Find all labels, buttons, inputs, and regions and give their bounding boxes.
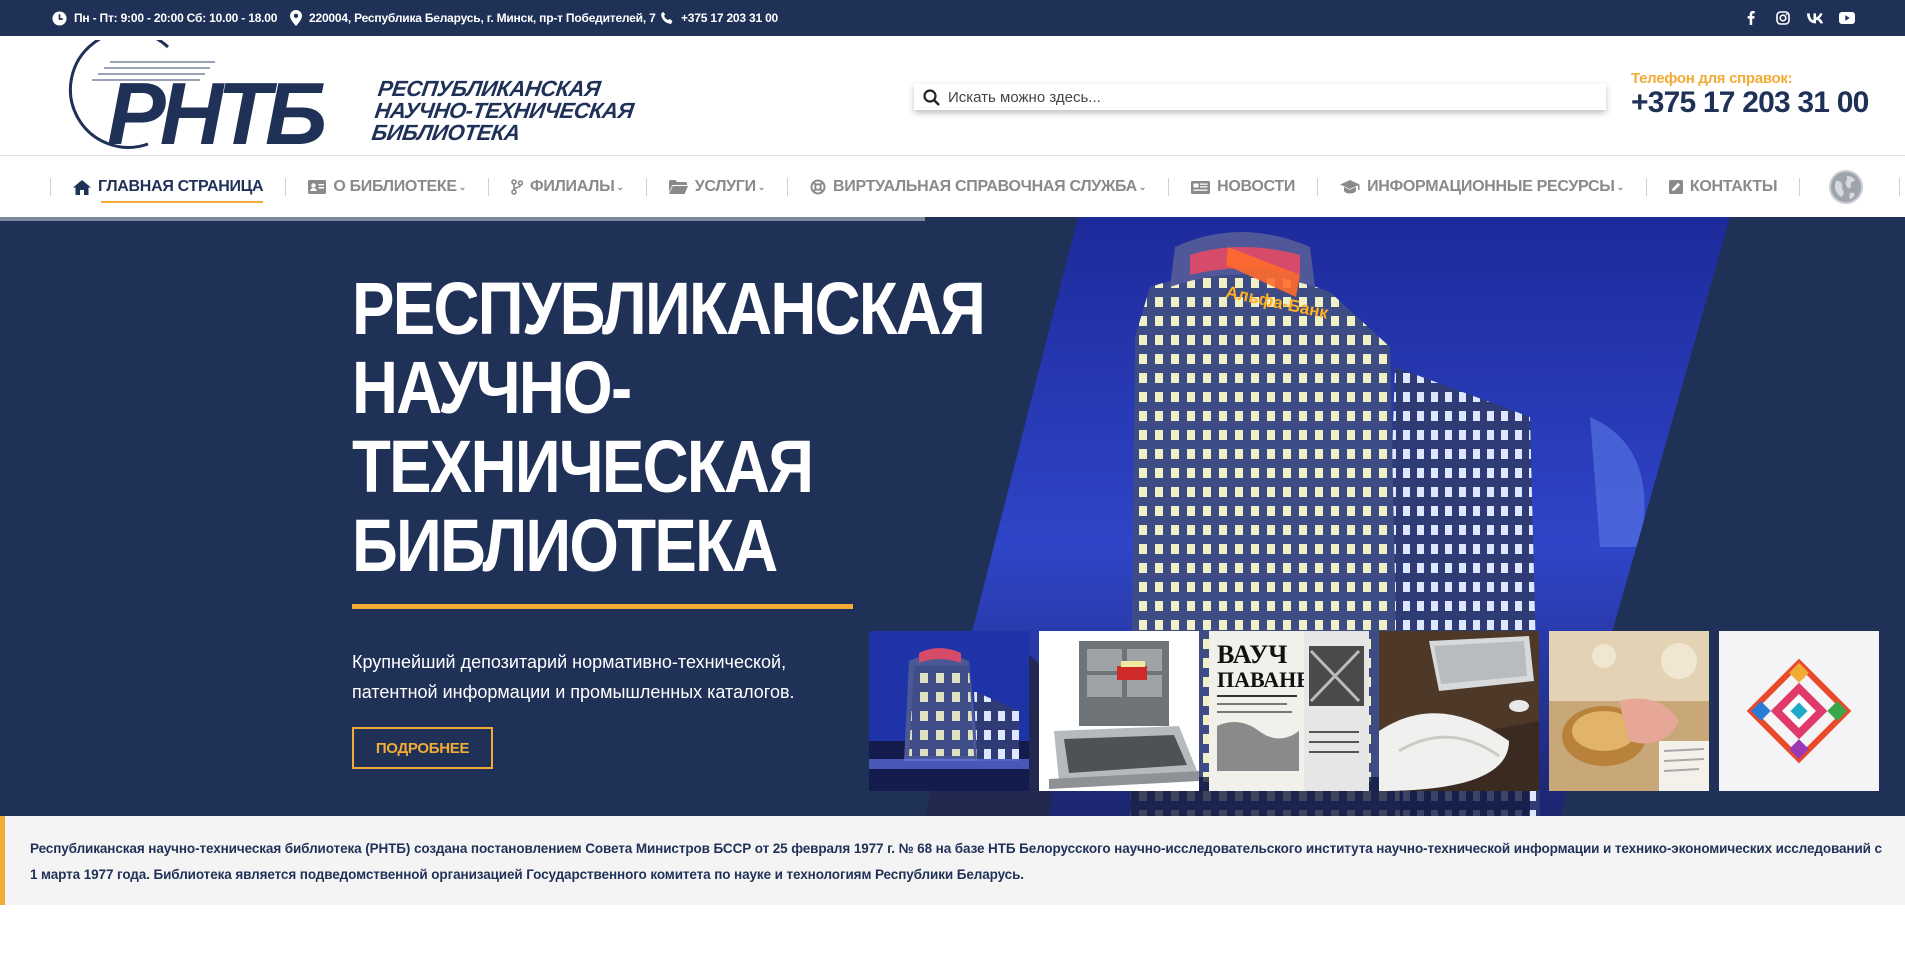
header-phone-number[interactable]: +375 17 203 31 00 bbox=[1631, 86, 1869, 120]
chevron-down-icon: ⌄ bbox=[616, 181, 624, 192]
header-divider bbox=[0, 155, 1905, 156]
language-switcher[interactable] bbox=[1800, 170, 1899, 204]
working-hours: Пн - Пт: 9:00 - 20:00 Сб: 10.00 - 18.00 bbox=[52, 0, 277, 36]
chevron-down-icon: ⌄ bbox=[458, 181, 467, 192]
folder-icon bbox=[668, 180, 688, 194]
facebook-icon[interactable] bbox=[1743, 10, 1759, 26]
nav-item-resources-label: ИНФОРМАЦИОННЫЕ РЕСУРСЫ bbox=[1367, 178, 1615, 195]
main-navigation: ГЛАВНАЯ СТРАНИЦА О БИБЛИОТЕКЕ ⌄ ФИЛИАЛЫ … bbox=[50, 170, 1901, 204]
header-phone-label: Телефон для справок: bbox=[1631, 70, 1793, 87]
thumbnail-old-books[interactable]: ВАУЧ ПАВАНЕ bbox=[1209, 631, 1369, 791]
branch-icon bbox=[511, 179, 524, 195]
thumbnail-lab[interactable] bbox=[1549, 631, 1709, 791]
logo-name: РЕСПУБЛИКАНСКАЯ НАУЧНО-ТЕХНИЧЕСКАЯ БИБЛИ… bbox=[370, 76, 638, 145]
graduation-cap-icon bbox=[1340, 180, 1360, 194]
social-links bbox=[1743, 0, 1855, 36]
youtube-icon[interactable] bbox=[1839, 10, 1855, 26]
logo-mark: РНТБ bbox=[107, 64, 324, 150]
thumbnail-laptop-cabinet[interactable] bbox=[1039, 631, 1199, 791]
instagram-icon[interactable] bbox=[1775, 10, 1791, 26]
search-input[interactable] bbox=[948, 88, 1568, 106]
clock-icon bbox=[52, 10, 67, 26]
top-info-bar: Пн - Пт: 9:00 - 20:00 Сб: 10.00 - 18.00 … bbox=[0, 0, 1905, 36]
svg-text:ПАВАНЕ: ПАВАНЕ bbox=[1217, 667, 1311, 692]
lifebuoy-icon bbox=[810, 179, 826, 195]
topbar-phone[interactable]: +375 17 203 31 00 bbox=[660, 0, 778, 36]
nav-item-about-label: О БИБЛИОТЕКЕ bbox=[333, 178, 457, 195]
intro-block: Республиканская научно-техническая библи… bbox=[0, 816, 1905, 905]
hero-description: Крупнейший депозитарий нормативно-технич… bbox=[352, 647, 872, 707]
thumbnail-building[interactable] bbox=[869, 631, 1029, 791]
svg-text:ВАУЧ: ВАУЧ bbox=[1217, 640, 1287, 669]
map-marker-icon bbox=[290, 10, 302, 26]
more-button[interactable]: ПОДРОБНЕЕ bbox=[352, 727, 493, 769]
hero-title-line-1: РЕСПУБЛИКАНСКАЯ bbox=[352, 267, 986, 350]
hero-title-line-2: НАУЧНО- bbox=[352, 346, 632, 429]
vk-icon[interactable] bbox=[1807, 10, 1823, 26]
id-card-icon bbox=[308, 180, 327, 194]
hero-title: РЕСПУБЛИКАНСКАЯ НАУЧНО- ТЕХНИЧЕСКАЯ БИБЛ… bbox=[352, 267, 986, 587]
nav-item-services[interactable]: УСЛУГИ ⌄ bbox=[647, 170, 787, 204]
slider-progress-bar bbox=[0, 217, 925, 221]
address-text: 220004, Республика Беларусь, г. Минск, п… bbox=[309, 11, 656, 25]
hero-title-underline bbox=[352, 604, 853, 609]
header-phone: Телефон для справок: +375 17 203 31 00 bbox=[1631, 70, 1869, 120]
search-icon[interactable] bbox=[914, 88, 948, 106]
nav-item-about[interactable]: О БИБЛИОТЕКЕ ⌄ bbox=[286, 170, 488, 204]
home-icon bbox=[73, 179, 91, 195]
active-underline bbox=[101, 201, 264, 203]
newspaper-icon bbox=[1191, 180, 1211, 194]
nav-item-virtual-help-label: ВИРТУАЛЬНАЯ СПРАВОЧНАЯ СЛУЖБА bbox=[833, 178, 1137, 195]
nav-item-branches-label: ФИЛИАЛЫ bbox=[530, 178, 615, 195]
hero-description-line-1: Крупнейший депозитарий нормативно-технич… bbox=[352, 652, 787, 672]
hero-description-line-2: патентной информации и промышленных ката… bbox=[352, 682, 795, 702]
chevron-down-icon: ⌄ bbox=[1616, 181, 1625, 192]
chevron-down-icon: ⌄ bbox=[1138, 181, 1147, 192]
nav-item-contacts[interactable]: КОНТАКТЫ bbox=[1647, 170, 1799, 204]
hero-title-line-3: ТЕХНИЧЕСКАЯ bbox=[352, 425, 814, 508]
topbar-phone-text: +375 17 203 31 00 bbox=[681, 11, 779, 25]
chevron-down-icon: ⌄ bbox=[757, 181, 766, 192]
logo-emblem: РНТБ bbox=[68, 40, 330, 150]
slider-thumbnails: ВАУЧ ПАВАНЕ bbox=[869, 631, 1879, 791]
nav-divider bbox=[1899, 178, 1901, 196]
edit-icon bbox=[1668, 180, 1683, 194]
logo-name-line-1: РЕСПУБЛИКАНСКАЯ bbox=[376, 76, 602, 101]
logo-name-line-3: БИБЛИОТЕКА bbox=[370, 120, 522, 145]
nav-item-services-label: УСЛУГИ bbox=[694, 178, 756, 195]
intro-text: Республиканская научно-техническая библи… bbox=[30, 841, 1882, 882]
nav-item-contacts-label: КОНТАКТЫ bbox=[1689, 178, 1778, 195]
site-logo[interactable]: РНТБ РЕСПУБЛИКАНСКАЯ НАУЧНО-ТЕХНИЧЕСКАЯ … bbox=[50, 40, 650, 150]
globe-icon bbox=[1829, 170, 1864, 204]
phone-icon bbox=[661, 11, 673, 24]
nav-item-virtual-help[interactable]: ВИРТУАЛЬНАЯ СПРАВОЧНАЯ СЛУЖБА ⌄ bbox=[788, 170, 1168, 204]
working-hours-text: Пн - Пт: 9:00 - 20:00 Сб: 10.00 - 18.00 bbox=[74, 11, 278, 25]
nav-item-home[interactable]: ГЛАВНАЯ СТРАНИЦА bbox=[51, 170, 285, 204]
thumbnail-desk-laptop[interactable] bbox=[1379, 631, 1539, 791]
hero-title-line-4: БИБЛИОТЕКА bbox=[352, 504, 778, 587]
nav-item-news[interactable]: НОВОСТИ bbox=[1169, 170, 1317, 204]
thumbnail-ornament[interactable] bbox=[1719, 631, 1879, 791]
nav-item-branches[interactable]: ФИЛИАЛЫ ⌄ bbox=[489, 170, 646, 204]
nav-item-news-label: НОВОСТИ bbox=[1217, 178, 1296, 195]
nav-item-resources[interactable]: ИНФОРМАЦИОННЫЕ РЕСУРСЫ ⌄ bbox=[1318, 170, 1646, 204]
nav-item-home-label: ГЛАВНАЯ СТРАНИЦА bbox=[98, 178, 264, 195]
search-box bbox=[914, 84, 1606, 110]
logo-name-line-2: НАУЧНО-ТЕХНИЧЕСКАЯ bbox=[373, 98, 636, 123]
address: 220004, Республика Беларусь, г. Минск, п… bbox=[290, 0, 656, 36]
